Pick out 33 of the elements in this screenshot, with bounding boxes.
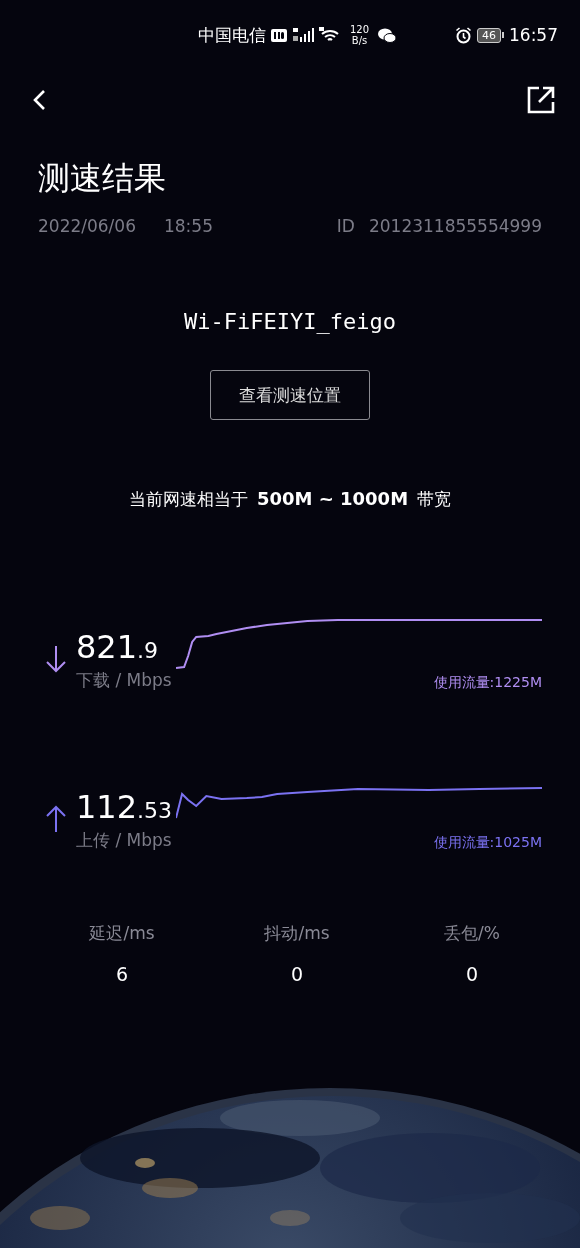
speed-unit-label: 下载 / Mbps bbox=[76, 669, 173, 692]
stat-value: 0 bbox=[465, 963, 479, 985]
stat-value: 6 bbox=[115, 963, 129, 985]
stat-label: 丢包/% bbox=[444, 922, 500, 945]
chat-bubbles-icon bbox=[378, 27, 397, 43]
speed-unit-label: 上传 / Mbps bbox=[76, 829, 173, 852]
wifi-icon bbox=[319, 27, 341, 43]
test-id: 2012311855554999 bbox=[368, 216, 542, 236]
page-title: 测速结果 bbox=[38, 158, 167, 199]
stat-value: 0 bbox=[290, 963, 304, 985]
speed-value: 821 bbox=[76, 629, 138, 665]
data-usage: 使用流量:1025M bbox=[433, 834, 542, 852]
speed-value: 112 bbox=[76, 789, 138, 825]
back-icon[interactable] bbox=[32, 89, 48, 111]
network-name: Wi-FiFEIYI_feigo bbox=[183, 308, 397, 336]
cellular-signal-icon bbox=[292, 27, 314, 43]
test-time: 18:55 bbox=[164, 216, 213, 236]
stat-label: 抖动/ms bbox=[264, 922, 330, 945]
carrier-name: 中国电信 bbox=[198, 23, 266, 47]
data-usage: 使用流量:1225M bbox=[433, 674, 542, 692]
network-speed-unit: B/s bbox=[351, 35, 368, 46]
share-icon[interactable] bbox=[526, 85, 556, 115]
speed-decimal: .9 bbox=[137, 637, 159, 665]
speed-decimal: .53 bbox=[137, 797, 173, 825]
id-label: ID bbox=[336, 216, 355, 236]
stat-label: 延迟/ms bbox=[89, 922, 155, 945]
bandwidth-note: 当前网速相当于 500M ~ 1000M 带宽 bbox=[127, 487, 453, 511]
network-speed: 120 bbox=[350, 24, 370, 35]
view-location-button[interactable]: 查看测速位置 bbox=[210, 370, 370, 420]
test-date: 2022/06/06 bbox=[38, 216, 136, 236]
battery-icon: 46 bbox=[477, 27, 504, 43]
alarm-icon bbox=[455, 26, 472, 44]
clock-time: 16:57 bbox=[509, 25, 558, 45]
